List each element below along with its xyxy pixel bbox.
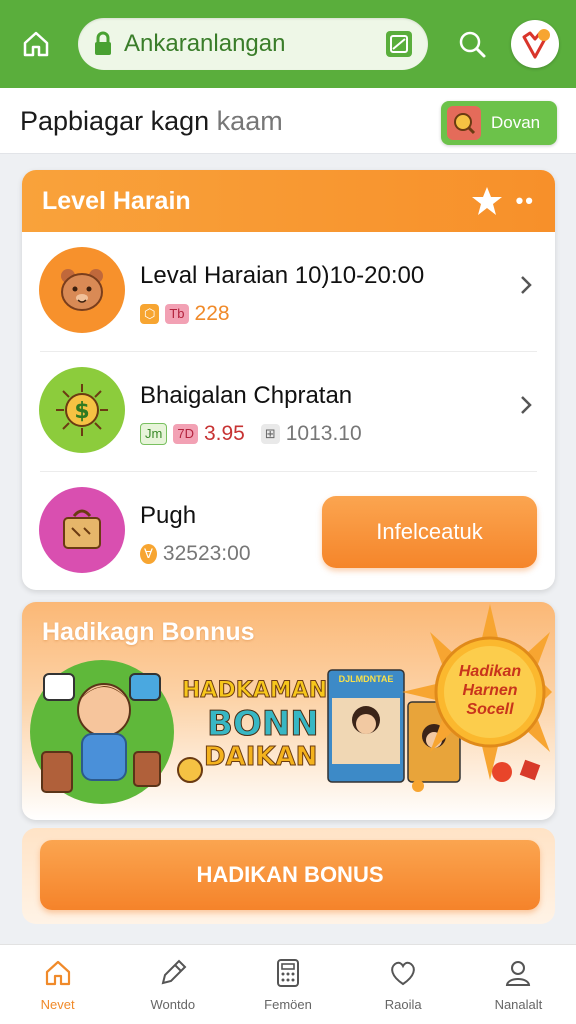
page-title: Papbiagar kagn kaam [20, 106, 283, 137]
list-item[interactable]: Leval Haraian 10)10-20:00 ⬡ Tb 228 [22, 232, 555, 352]
list-item[interactable]: Pugh ∀ 32523:00 Infelceatuk [22, 472, 555, 590]
top-bar: Ankaranlangan [0, 0, 576, 88]
more-icon[interactable]: •• [516, 188, 535, 214]
row-meta: ∀ 32523:00 [140, 542, 251, 566]
banner-title: Hadikagn Bonnus [42, 618, 255, 646]
hadikan-bonus-button[interactable]: HADIKAN BONUS [40, 840, 540, 910]
card-title: Level Harain [42, 186, 191, 215]
nav-item-nanalalt[interactable]: Nanalalt [461, 945, 576, 1024]
nav-label: Nevet [40, 997, 75, 1012]
gift-badge-icon[interactable] [511, 20, 559, 68]
type-tag: Jm [140, 423, 168, 445]
nav-item-wontdo[interactable]: Wontdo [115, 945, 230, 1024]
dovan-label: Dovan [491, 113, 541, 132]
banner-word-1: HADKAMAN [181, 678, 328, 704]
lock-icon [95, 31, 111, 55]
user-icon [506, 961, 531, 986]
search-coin-icon [447, 106, 481, 140]
row-value: 32523:00 [162, 542, 251, 565]
dollar-sun-avatar-icon: $ [39, 367, 125, 453]
clock-tag: ∀ [140, 544, 157, 564]
dovan-button[interactable]: Dovan [441, 101, 557, 145]
svg-text:$: $ [74, 399, 89, 424]
card-header: Level Harain •• [22, 170, 555, 232]
row-title: Pugh [140, 502, 197, 529]
nav-label: Raoila [384, 997, 422, 1012]
banner-word-2: BONN [207, 704, 320, 745]
grid-tag: ⊞ [260, 424, 280, 444]
chevron-right-icon [521, 396, 532, 414]
row-value: 3.95 [203, 422, 245, 445]
row-title: Leval Haraian 10)10-20:00 [140, 262, 425, 289]
intercept-button[interactable]: Infelceatuk [322, 496, 537, 568]
nav-label: Nanalalt [494, 997, 543, 1012]
home-icon [45, 960, 70, 986]
bag-avatar-icon [39, 487, 125, 573]
level-card: Level Harain •• Leval Haraian 10)10-20:0… [22, 170, 555, 590]
row-title: Bhaigalan Chpratan [140, 382, 353, 409]
nav-label: Wontdo [150, 997, 196, 1012]
bear-avatar-icon [39, 247, 125, 333]
duration-tag: 7D [173, 424, 198, 444]
chevron-right-icon [521, 276, 532, 294]
edit-icon [161, 959, 187, 985]
list-item[interactable]: $ Bhaigalan Chpratan Jm 7D 3.95 ⊞ 1013.1… [22, 352, 555, 472]
bottom-nav: Nevet Wontdo Femöen Raoila Nanalalt [0, 944, 576, 1024]
heart-icon [391, 961, 416, 986]
row-meta: Jm 7D 3.95 ⊞ 1013.10 [140, 422, 362, 446]
calculator-icon [277, 959, 299, 987]
row-value-secondary: 1013.10 [285, 422, 362, 445]
url-bar[interactable]: Ankaranlangan [78, 18, 428, 70]
home-icon[interactable] [16, 24, 56, 64]
row-meta: ⬡ Tb 228 [140, 302, 230, 326]
poster-label: DJLMDNTAE [338, 674, 394, 684]
bonus-banner[interactable]: Hadikagn Bonnus HADKAMAN BONN DAIKAN DJL… [22, 602, 555, 820]
nav-item-nevet[interactable]: Nevet [0, 945, 115, 1024]
row-value: 228 [194, 302, 230, 325]
star-icon[interactable] [471, 185, 503, 217]
nav-item-raoila[interactable]: Raoila [346, 945, 461, 1024]
nav-label: Femöen [264, 997, 312, 1012]
tabs-icon[interactable] [384, 29, 414, 59]
type-tag: Tb [165, 304, 189, 324]
page-title-muted: kaam [216, 106, 283, 136]
page-title-main: Papbiagar kagn [20, 106, 210, 136]
coin-tag: ⬡ [140, 304, 160, 324]
url-text: Ankaranlangan [124, 30, 286, 57]
banner-word-3: DAIKAN [203, 742, 318, 773]
sun-badge-text: Hadikan Harnen Socell [458, 663, 522, 718]
search-icon[interactable] [452, 24, 492, 64]
nav-item-femoen[interactable]: Femöen [230, 945, 345, 1024]
